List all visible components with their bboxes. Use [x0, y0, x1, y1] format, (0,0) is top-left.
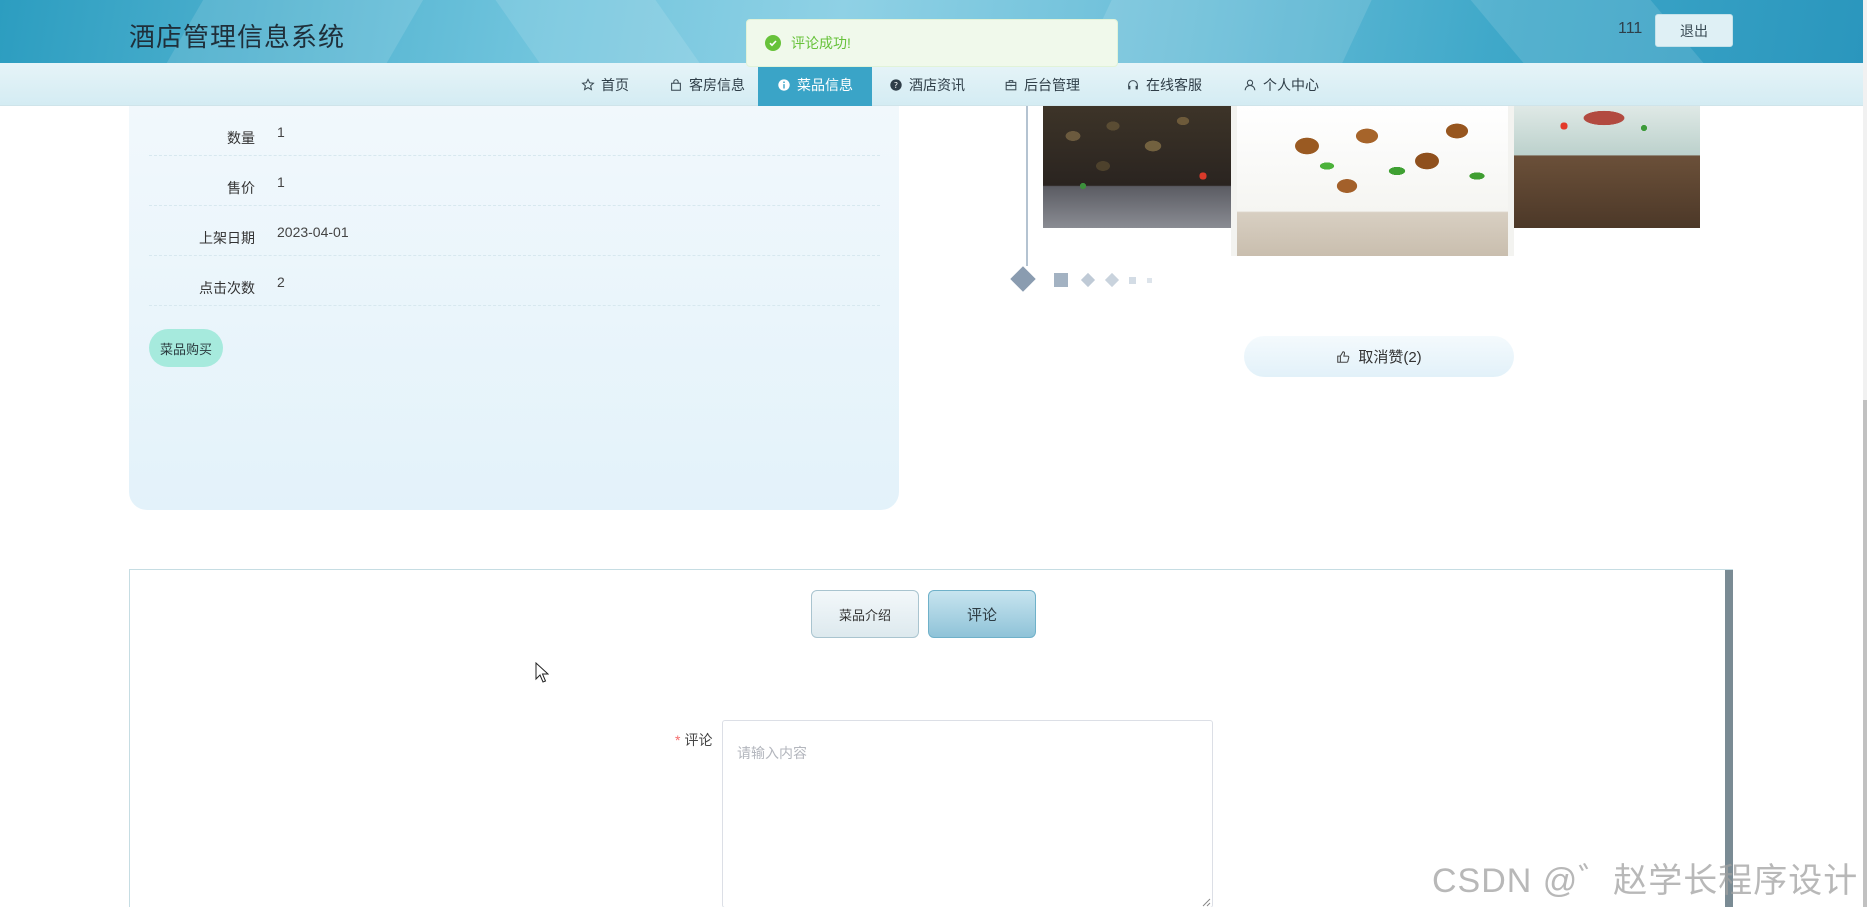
detail-value: 1 — [277, 174, 285, 190]
detail-value: 1 — [277, 124, 285, 140]
carousel-dot[interactable] — [1104, 272, 1120, 288]
detail-value: 2023-04-01 — [277, 224, 349, 240]
nav-item-news[interactable]: ? 酒店资讯 — [872, 63, 982, 106]
detail-value: 2 — [277, 274, 285, 290]
headset-icon — [1128, 79, 1138, 89]
info-icon — [778, 78, 790, 91]
carousel-spine — [1026, 106, 1028, 266]
briefcase-icon — [1005, 79, 1017, 90]
detail-row-price: 售价 1 — [149, 156, 880, 206]
nav-label: 在线客服 — [1146, 76, 1202, 93]
nav-label: 菜品信息 — [797, 76, 853, 93]
detail-label: 上架日期 — [199, 230, 255, 246]
nav-label: 后台管理 — [1024, 76, 1080, 93]
comment-label-text: 评论 — [684, 732, 713, 748]
detail-row-date: 上架日期 2023-04-01 — [149, 206, 880, 256]
svg-text:?: ? — [894, 81, 898, 90]
resize-grip-icon[interactable] — [1202, 898, 1211, 907]
carousel-dot[interactable] — [1129, 277, 1136, 284]
main-nav: 首页 客房信息 菜品信息 ? 酒店资讯 后台管理 在线客服 个人中心 — [0, 63, 1867, 106]
thumbs-up-icon — [1337, 350, 1350, 363]
logout-button[interactable]: 退出 — [1655, 14, 1733, 47]
detail-label: 点击次数 — [199, 280, 255, 296]
dish-detail-card: 数量 1 售价 1 上架日期 2023-04-01 点击次数 2 菜品购买 — [129, 106, 899, 510]
nav-label: 个人中心 — [1263, 76, 1319, 93]
carousel-dot[interactable] — [1010, 266, 1036, 292]
success-toast: 评论成功! — [746, 19, 1118, 67]
carousel-dot[interactable] — [1147, 278, 1152, 283]
buy-dish-button[interactable]: 菜品购买 — [149, 329, 223, 367]
username-label: 111 — [1618, 20, 1643, 37]
nav-label: 酒店资讯 — [909, 76, 965, 93]
tab-dish-intro[interactable]: 菜品介绍 — [811, 590, 919, 638]
comment-field-label: * 评论 — [675, 730, 712, 750]
like-label: 取消赞(2) — [1358, 349, 1422, 366]
carousel-dot[interactable] — [1080, 272, 1096, 288]
user-icon — [1244, 79, 1256, 90]
site-title: 酒店管理信息系统 — [129, 22, 346, 52]
carousel-dot[interactable] — [1054, 273, 1068, 287]
mouse-cursor-icon — [535, 662, 549, 683]
nav-label: 首页 — [601, 76, 629, 93]
detail-label: 售价 — [227, 180, 255, 196]
star-icon — [581, 77, 595, 91]
nav-item-dishes[interactable]: 菜品信息 — [758, 63, 872, 106]
carousel-slide-chicken[interactable] — [1231, 106, 1514, 256]
nav-item-profile[interactable]: 个人中心 — [1224, 63, 1338, 106]
toast-message: 评论成功! — [791, 35, 851, 51]
unlike-button[interactable]: 取消赞(2) — [1244, 336, 1514, 377]
nav-item-support[interactable]: 在线客服 — [1107, 63, 1221, 106]
detail-label: 数量 — [227, 130, 255, 146]
question-icon: ? — [890, 78, 902, 91]
nav-item-home[interactable]: 首页 — [548, 63, 662, 106]
bag-icon — [671, 78, 681, 91]
nav-label: 客房信息 — [689, 76, 745, 93]
carousel-slide-salad[interactable] — [1514, 106, 1700, 228]
detail-row-clicks: 点击次数 2 — [149, 256, 880, 306]
detail-row-quantity: 数量 1 — [149, 106, 880, 156]
nav-item-rooms[interactable]: 客房信息 — [652, 63, 762, 106]
carousel-slide-clams[interactable] — [1043, 106, 1231, 228]
check-circle-icon — [765, 35, 781, 51]
page-scrollbar-thumb[interactable] — [1863, 400, 1867, 907]
comment-input[interactable] — [722, 720, 1213, 907]
required-mark: * — [675, 732, 681, 748]
watermark: CSDN @゛赵学长程序设计 — [1432, 862, 1859, 900]
nav-item-admin[interactable]: 后台管理 — [987, 63, 1097, 106]
carousel-indicators — [1010, 266, 1172, 292]
tab-comment[interactable]: 评论 — [928, 590, 1036, 638]
